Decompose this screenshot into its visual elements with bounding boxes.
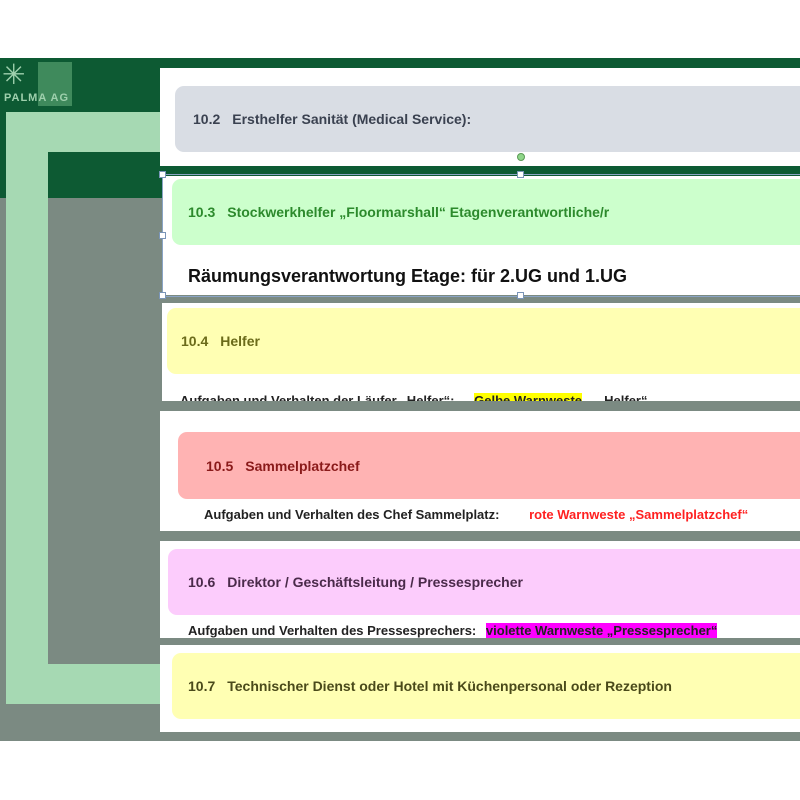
section-title: Direktor / Geschäftsleitung / Pressespre…: [227, 574, 523, 590]
section-number: 10.5: [206, 457, 234, 474]
gray-inner-frame: [48, 152, 160, 664]
vest-highlight: rote Warnweste „Sammelplatzchef“: [529, 507, 749, 522]
section-number: 10.7: [188, 678, 216, 694]
section-number: 10.6: [188, 574, 216, 590]
slide-10-4[interactable]: 10.4 Helfer Aufgaben und Verhalten der L…: [162, 303, 800, 401]
section-number: 10.2: [193, 111, 221, 127]
section-title: Technischer Dienst oder Hotel mit Küchen…: [227, 678, 672, 694]
resize-handle-top-left[interactable]: [159, 171, 166, 178]
company-logo: ✳ PALMA AG: [2, 60, 74, 110]
body-text: Aufgaben und Verhalten des Chef Sammelpl…: [204, 507, 500, 522]
resize-handle-bottom-left[interactable]: [159, 292, 166, 299]
resize-handle-left[interactable]: [159, 232, 166, 239]
logo-text: PALMA AG: [4, 92, 70, 104]
slide-10-6[interactable]: 10.6 Direktor / Geschäftsleitung / Press…: [160, 541, 800, 638]
green-inner-band: [48, 152, 160, 198]
vest-highlight: Gelbe Warnweste: [474, 393, 583, 401]
sun-icon: ✳: [2, 59, 26, 90]
body-suffix: „Helfer“: [597, 393, 648, 401]
slide-header: 10.6 Direktor / Geschäftsleitung / Press…: [168, 549, 800, 615]
section-title: Helfer: [220, 333, 260, 349]
resize-handle-top[interactable]: [517, 171, 524, 178]
slide-header: 10.2 Ersthelfer Sanität (Medical Service…: [175, 86, 800, 152]
slide-header: 10.7 Technischer Dienst oder Hotel mit K…: [172, 653, 800, 719]
section-body: Aufgaben und Verhalten des Pressespreche…: [188, 623, 718, 638]
section-body: Aufgaben und Verhalten des Chef Sammelpl…: [204, 507, 748, 522]
section-number: 10.4: [181, 333, 209, 349]
resize-handle-bottom[interactable]: [517, 292, 524, 299]
selection-border: [162, 174, 800, 297]
slide-10-2[interactable]: 10.2 Ersthelfer Sanität (Medical Service…: [160, 68, 800, 166]
slide-10-7[interactable]: 10.7 Technischer Dienst oder Hotel mit K…: [160, 645, 800, 732]
slide-header: 10.5 Sammelplatzchef: [178, 432, 800, 499]
rotate-handle[interactable]: [517, 153, 525, 161]
slide-10-5[interactable]: 10.5 Sammelplatzchef Aufgaben und Verhal…: [160, 411, 800, 531]
vest-highlight: violette Warnweste „Pressesprecher“: [485, 623, 718, 638]
body-text: Aufgaben und Verhalten der Läufer „Helfe…: [180, 393, 455, 401]
section-title: Sammelplatzchef: [245, 457, 360, 474]
section-title: Ersthelfer Sanität (Medical Service):: [232, 111, 472, 127]
section-body: Aufgaben und Verhalten der Läufer „Helfe…: [180, 393, 648, 401]
slide-header: 10.4 Helfer: [167, 308, 800, 374]
body-text: Aufgaben und Verhalten des Pressespreche…: [188, 623, 477, 638]
